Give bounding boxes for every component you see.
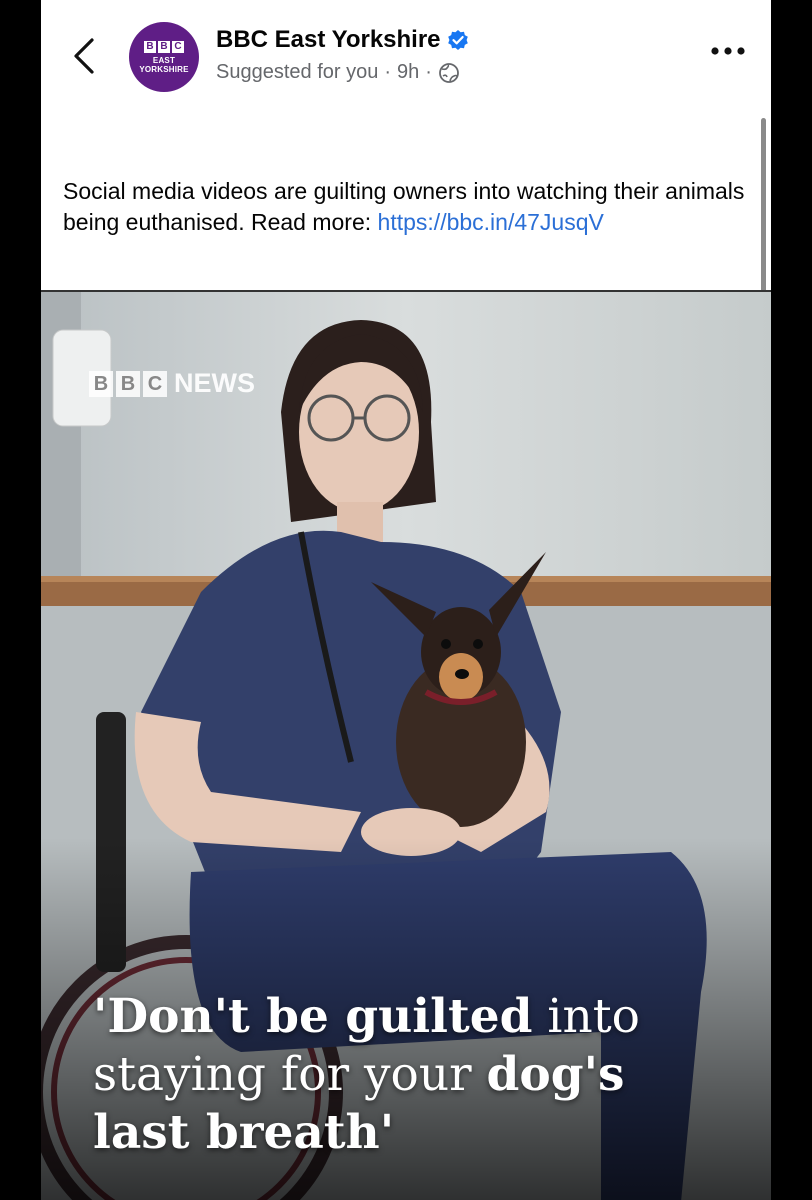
page-avatar[interactable]: B B C EAST YORKSHIRE xyxy=(129,22,199,92)
post-caption: Social media videos are guilting owners … xyxy=(63,176,753,238)
avatar-line1: EAST xyxy=(152,55,176,65)
more-options-icon xyxy=(711,47,745,55)
meta-separator: · xyxy=(384,61,392,83)
bbc-news-logo: B B C NEWS xyxy=(89,368,255,399)
article-link[interactable]: https://bbc.in/47JusqV xyxy=(378,209,604,235)
post-header: B B C EAST YORKSHIRE BBC East Yorkshire … xyxy=(41,0,771,150)
page-name-link[interactable]: BBC East Yorkshire xyxy=(216,26,469,54)
scrollbar[interactable] xyxy=(761,118,766,318)
page-name: BBC East Yorkshire xyxy=(216,26,441,53)
verified-badge-icon xyxy=(447,30,468,50)
post-meta: Suggested for you · 9h · xyxy=(216,61,460,84)
back-button[interactable] xyxy=(65,36,105,76)
image-headline: 'Don't be guilted into staying for your … xyxy=(93,989,640,1160)
post-time[interactable]: 9h xyxy=(397,61,419,84)
meta-separator: · xyxy=(425,61,432,83)
globe-icon xyxy=(439,62,459,83)
back-chevron-icon xyxy=(74,38,94,74)
suggested-label: Suggested for you xyxy=(216,61,379,83)
avatar-bbc-blocks: B B C xyxy=(144,40,184,53)
more-options-button[interactable] xyxy=(705,36,751,66)
avatar-line2: YORKSHIRE xyxy=(139,64,189,74)
post-frame: B B C EAST YORKSHIRE BBC East Yorkshire … xyxy=(41,0,771,1200)
